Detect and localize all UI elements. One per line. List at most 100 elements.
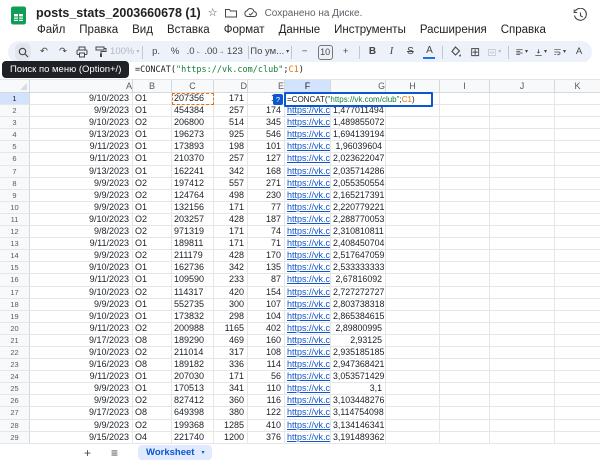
vk-link[interactable]: https://vk.c	[287, 323, 330, 333]
cell-H5[interactable]	[386, 141, 440, 153]
cell-D23[interactable]: 336	[214, 359, 248, 371]
cell-D9[interactable]: 498	[214, 190, 248, 202]
cell-K28[interactable]	[555, 420, 600, 432]
cell-C9[interactable]: 124764	[172, 190, 214, 202]
formula-help-icon[interactable]: ?	[273, 94, 283, 105]
cell-J15[interactable]	[490, 262, 555, 274]
cell-E3[interactable]: 345	[248, 117, 285, 129]
cell-I17[interactable]	[440, 287, 490, 299]
cell-E17[interactable]: 154	[248, 287, 285, 299]
cell-C19[interactable]: 173832	[172, 311, 214, 323]
cell-F20[interactable]: https://vk.c	[285, 323, 331, 335]
cell-A6[interactable]: 9/11/2023	[30, 153, 133, 165]
increase-font-size-button[interactable]: +	[340, 44, 352, 60]
cell-I16[interactable]	[440, 274, 490, 286]
cell-A7[interactable]: 9/13/2023	[30, 166, 133, 178]
cell-J16[interactable]	[490, 274, 555, 286]
cell-G8[interactable]: 2,055350554	[331, 178, 386, 190]
cell-G28[interactable]: 3,134146341	[331, 420, 386, 432]
cell-D1[interactable]: 171	[214, 93, 248, 105]
cell-K17[interactable]	[555, 287, 600, 299]
cell-C8[interactable]: 197412	[172, 178, 214, 190]
cell-K26[interactable]	[555, 395, 600, 407]
cell-H11[interactable]	[386, 214, 440, 226]
move-folder-icon[interactable]	[225, 8, 237, 18]
cell-J1[interactable]	[490, 93, 555, 105]
cell-B29[interactable]: O4	[133, 432, 172, 444]
cell-B14[interactable]: O2	[133, 250, 172, 262]
cell-F11[interactable]: https://vk.c	[285, 214, 331, 226]
cell-J20[interactable]	[490, 323, 555, 335]
cell-F10[interactable]: https://vk.c	[285, 202, 331, 214]
cell-G29[interactable]: 3,191489362	[331, 432, 386, 444]
row-header-5[interactable]: 5	[0, 141, 30, 153]
vk-link[interactable]: https://vk.c	[287, 117, 330, 127]
cell-B11[interactable]: O2	[133, 214, 172, 226]
cell-C6[interactable]: 210370	[172, 153, 214, 165]
cell-J12[interactable]	[490, 226, 555, 238]
cell-F21[interactable]: https://vk.c	[285, 335, 331, 347]
row-header-24[interactable]: 24	[0, 371, 30, 383]
cell-F19[interactable]: https://vk.c	[285, 311, 331, 323]
cell-D29[interactable]: 1200	[214, 432, 248, 444]
cell-A9[interactable]: 9/9/2023	[30, 190, 133, 202]
cell-E11[interactable]: 187	[248, 214, 285, 226]
cell-F28[interactable]: https://vk.c	[285, 420, 331, 432]
column-header-C[interactable]: C	[172, 80, 214, 93]
column-header-B[interactable]: B	[133, 80, 172, 93]
cell-H22[interactable]	[386, 347, 440, 359]
number-format-button[interactable]: 123	[229, 44, 241, 60]
cell-A22[interactable]: 9/10/2023	[30, 347, 133, 359]
row-header-22[interactable]: 22	[0, 347, 30, 359]
cell-I27[interactable]	[440, 407, 490, 419]
row-header-12[interactable]: 12	[0, 226, 30, 238]
cell-J11[interactable]	[490, 214, 555, 226]
cell-I18[interactable]	[440, 299, 490, 311]
row-header-14[interactable]: 14	[0, 250, 30, 262]
cell-A16[interactable]: 9/11/2023	[30, 274, 133, 286]
cell-G22[interactable]: 2,935185185	[331, 347, 386, 359]
add-sheet-icon[interactable]: +	[84, 447, 91, 459]
cell-H9[interactable]	[386, 190, 440, 202]
column-header-E[interactable]: E	[248, 80, 285, 93]
cell-D13[interactable]: 171	[214, 238, 248, 250]
cell-C3[interactable]: 206800	[172, 117, 214, 129]
cell-K22[interactable]	[555, 347, 600, 359]
vk-link[interactable]: https://vk.c	[287, 347, 330, 357]
vk-link[interactable]: https://vk.c	[287, 166, 330, 176]
cell-D14[interactable]: 428	[214, 250, 248, 262]
merge-cells-icon[interactable]: ▾	[488, 44, 501, 60]
cell-E27[interactable]: 122	[248, 407, 285, 419]
cell-B2[interactable]: O1	[133, 105, 172, 117]
row-header-13[interactable]: 13	[0, 238, 30, 250]
zoom-select[interactable]: 100%▾	[114, 44, 135, 60]
cell-H26[interactable]	[386, 395, 440, 407]
cell-G20[interactable]: 2,89800995	[331, 323, 386, 335]
cell-J10[interactable]	[490, 202, 555, 214]
cell-A3[interactable]: 9/10/2023	[30, 117, 133, 129]
row-header-8[interactable]: 8	[0, 178, 30, 190]
cell-C21[interactable]: 189290	[172, 335, 214, 347]
cell-G11[interactable]: 2,288770053	[331, 214, 386, 226]
cell-G21[interactable]: 2,93125	[331, 335, 386, 347]
cloud-saved-icon[interactable]	[244, 8, 258, 18]
cell-J9[interactable]	[490, 190, 555, 202]
cell-E18[interactable]: 107	[248, 299, 285, 311]
cell-D24[interactable]: 171	[214, 371, 248, 383]
cell-A20[interactable]: 9/11/2023	[30, 323, 133, 335]
cell-D4[interactable]: 925	[214, 129, 248, 141]
cell-I2[interactable]	[440, 105, 490, 117]
cell-H3[interactable]	[386, 117, 440, 129]
cell-J19[interactable]	[490, 311, 555, 323]
cell-J18[interactable]	[490, 299, 555, 311]
cell-G25[interactable]: 3,1	[331, 383, 386, 395]
cell-E29[interactable]: 376	[248, 432, 285, 444]
cell-editor-F1[interactable]: =CONCAT("https://vk.com/club";C1)	[284, 92, 433, 107]
cell-D28[interactable]: 1285	[214, 420, 248, 432]
cell-D3[interactable]: 514	[214, 117, 248, 129]
row-header-2[interactable]: 2	[0, 105, 30, 117]
cell-D27[interactable]: 380	[214, 407, 248, 419]
menu-Файл[interactable]: Файл	[30, 22, 72, 38]
cell-A28[interactable]: 9/9/2023	[30, 420, 133, 432]
cell-E15[interactable]: 135	[248, 262, 285, 274]
